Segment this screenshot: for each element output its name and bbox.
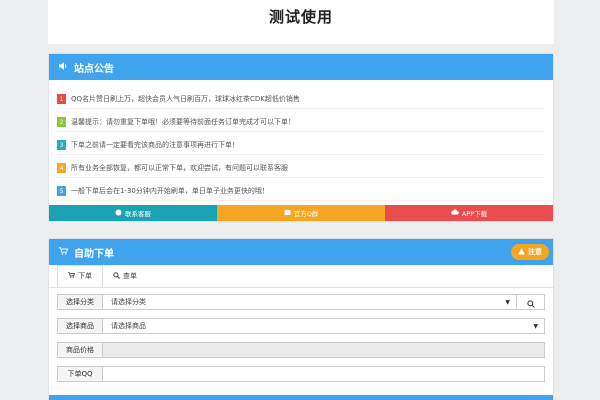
caret-down-icon: ▼ xyxy=(533,322,538,330)
notice-text: 下单之前请一定要看完该商品的注意事项再进行下单！ xyxy=(71,141,239,149)
product-row: 选择商品 请选择商品 ▼ xyxy=(57,318,545,334)
cloud-download-icon xyxy=(451,209,459,217)
speaker-icon xyxy=(59,61,68,73)
notice-card: 站点公告 1 QQ名片赞日刷上万，超快会员人气日刷百万，球球冰红茶CDK超低价销… xyxy=(48,53,554,222)
tab-place-order-label: 下单 xyxy=(78,272,92,280)
notice-number: 4 xyxy=(57,163,66,173)
price-label: 商品价格 xyxy=(57,342,103,358)
notice-badge-button[interactable]: 注意 xyxy=(511,244,549,260)
caret-down-icon: ▼ xyxy=(505,298,510,306)
price-row: 商品价格 xyxy=(57,342,545,358)
list-item: 2 温馨提示：请勿重复下单哦！必须要等待前面任务订单完成才可以下单！ xyxy=(57,113,545,132)
product-value: 请选择商品 xyxy=(111,322,146,330)
category-value: 请选择分类 xyxy=(111,298,146,306)
tab-place-order[interactable]: 下单 xyxy=(57,265,103,287)
notice-button-row: 联系客服 官方Q群 APP下载 xyxy=(49,205,553,221)
page: 测试使用 站点公告 1 QQ名片赞日刷上万，超快会员人气日刷百万，球球冰红茶CD… xyxy=(0,0,600,400)
order-card: 自助下单 注意 下单 查单 选择分类 请选择分类 ▼ 选择商品 请选择商品 ▼ … xyxy=(48,238,554,400)
headset-icon xyxy=(115,209,122,218)
notice-number: 5 xyxy=(57,186,66,196)
order-card-title: 自助下单 xyxy=(74,248,114,260)
contact-support-button[interactable]: 联系客服 xyxy=(49,205,217,221)
search-icon xyxy=(113,271,120,281)
notice-text: QQ名片赞日刷上万，超快会员人气日刷百万，球球冰红茶CDK超低价销售 xyxy=(71,95,300,103)
order-tabs: 下单 查单 xyxy=(49,265,553,288)
category-select[interactable]: 请选择分类 ▼ xyxy=(103,294,517,310)
cart-icon xyxy=(68,272,76,280)
search-button[interactable] xyxy=(517,294,545,310)
notice-number: 2 xyxy=(57,117,66,127)
list-item: 1 QQ名片赞日刷上万，超快会员人气日刷百万，球球冰红茶CDK超低价销售 xyxy=(57,90,545,109)
category-label: 选择分类 xyxy=(57,294,103,310)
notice-number: 1 xyxy=(57,94,66,104)
qq-input[interactable] xyxy=(103,366,545,382)
notice-card-header: 站点公告 xyxy=(49,54,553,80)
list-item: 4 所有业务全部恢复，都可以正常下单，欢迎尝试，有问题可以联系客服 xyxy=(57,159,545,178)
app-download-button[interactable]: APP下载 xyxy=(385,205,553,221)
qq-row: 下单QQ xyxy=(57,366,545,382)
tab-query-order-label: 查单 xyxy=(123,272,137,280)
official-group-label: 官方Q群 xyxy=(293,210,319,218)
qq-label: 下单QQ xyxy=(57,366,103,382)
site-title: 测试使用 xyxy=(268,8,333,26)
notice-text: 温馨提示：请勿重复下单哦！必须要等待前面任务订单完成才可以下单！ xyxy=(71,118,295,126)
order-card-header: 自助下单 注意 xyxy=(49,239,553,265)
search-icon xyxy=(526,293,535,312)
notice-list: 1 QQ名片赞日刷上万，超快会员人气日刷百万，球球冰红茶CDK超低价销售 2 温… xyxy=(49,80,553,201)
group-icon xyxy=(284,209,291,218)
price-field xyxy=(103,342,545,358)
tab-query-order[interactable]: 查单 xyxy=(103,265,147,287)
app-download-label: APP下载 xyxy=(461,210,488,218)
list-item: 5 一般下单后会在1-30分钟内开始刷单，单日单子业务更快的哦！ xyxy=(57,182,545,201)
product-label: 选择商品 xyxy=(57,318,103,334)
order-form: 选择分类 请选择分类 ▼ 选择商品 请选择商品 ▼ 商品价格 下单QQ xyxy=(49,288,553,382)
category-row: 选择分类 请选择分类 ▼ xyxy=(57,294,545,310)
notice-card-title: 站点公告 xyxy=(74,63,114,75)
warning-icon xyxy=(518,247,525,257)
notice-text: 所有业务全部恢复，都可以正常下单，欢迎尝试，有问题可以联系客服 xyxy=(71,164,288,172)
cart-icon xyxy=(59,246,69,258)
notice-number: 3 xyxy=(57,140,66,150)
submit-button[interactable] xyxy=(49,395,553,400)
contact-support-label: 联系客服 xyxy=(125,210,151,218)
notice-text: 一般下单后会在1-30分钟内开始刷单，单日单子业务更快的哦！ xyxy=(71,187,269,195)
site-header: 测试使用 xyxy=(48,0,554,44)
notice-badge-label: 注意 xyxy=(528,248,542,256)
official-group-button[interactable]: 官方Q群 xyxy=(217,205,385,221)
product-select[interactable]: 请选择商品 ▼ xyxy=(103,318,545,334)
list-item: 3 下单之前请一定要看完该商品的注意事项再进行下单！ xyxy=(57,136,545,155)
